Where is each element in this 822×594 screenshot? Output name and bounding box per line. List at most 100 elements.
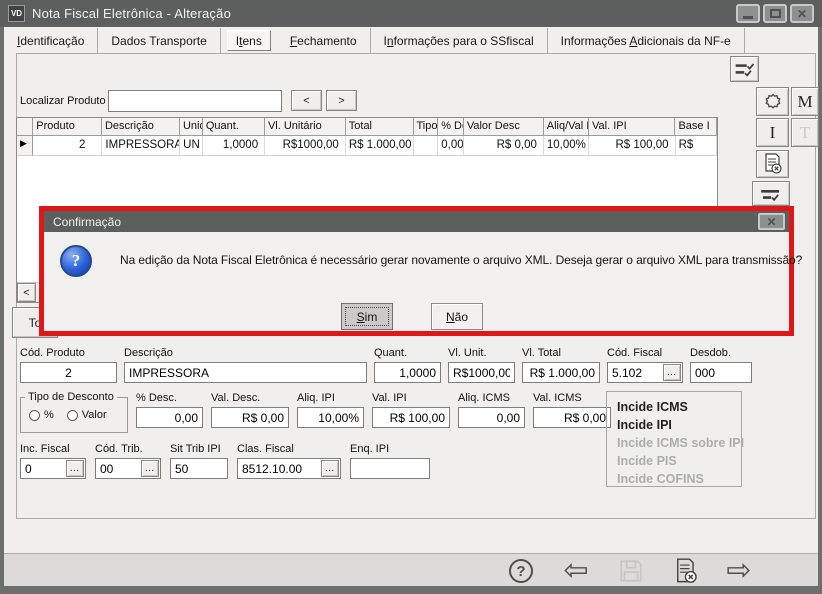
tab-dados-transporte[interactable]: Dados Transporte (98, 28, 220, 53)
maximize-button[interactable] (763, 4, 787, 23)
clas-fiscal-input[interactable] (238, 459, 320, 478)
settings-button[interactable] (756, 87, 789, 116)
sit-trib-ipi-input[interactable] (170, 458, 228, 479)
column-header-total[interactable]: Total (346, 118, 414, 136)
nao-button[interactable]: Não (431, 303, 483, 330)
gear-icon (763, 92, 783, 112)
cell-descricao[interactable]: IMPRESSORA (102, 136, 180, 156)
minimize-button[interactable] (736, 4, 760, 23)
val-ipi-input[interactable] (372, 407, 450, 428)
localizar-produto-label: Localizar Produto (20, 95, 106, 107)
dialog-message: Na edição da Nota Fiscal Eletrônica é ne… (120, 253, 802, 267)
radio-percentual[interactable]: % (29, 409, 54, 421)
descricao-label: Descrição (124, 347, 367, 359)
cell-aliq-ipi[interactable]: 10,00% (544, 136, 589, 156)
val-icms-label: Val. ICMS (533, 392, 611, 404)
next-item-button[interactable]: > (326, 90, 357, 111)
scroll-left-button[interactable]: < (17, 283, 36, 302)
cod-produto-label: Cód. Produto (20, 347, 117, 359)
close-button[interactable]: ✕ (790, 4, 814, 23)
titlebar[interactable]: VD Nota Fiscal Eletrônica - Alteração ✕ (0, 0, 822, 27)
localizar-produto-input[interactable] (108, 90, 282, 112)
cod-trib-input[interactable] (96, 459, 140, 478)
clas-fiscal-lookup-button[interactable]: … (321, 460, 339, 477)
enq-ipi-label: Enq. IPI (350, 443, 430, 455)
pct-desc-input[interactable] (136, 407, 203, 428)
inc-fiscal-label: Inc. Fiscal (20, 443, 86, 455)
cell-unid[interactable]: UN (180, 136, 203, 156)
check-lines-icon (759, 186, 783, 202)
column-header-produto[interactable]: Produto (33, 118, 102, 136)
vl-total-input[interactable] (522, 362, 600, 383)
val-ipi-label: Val. IPI (372, 392, 450, 404)
desdob-input[interactable] (690, 362, 752, 383)
tab-itens[interactable]: Itens (227, 30, 271, 51)
vl-unit-input[interactable] (448, 362, 515, 383)
cell-val-ipi[interactable]: R$ 100,00 (589, 136, 675, 156)
aliq-ipi-input[interactable] (297, 407, 364, 428)
app-window: VD Nota Fiscal Eletrônica - Alteração ✕ … (0, 0, 822, 594)
tab-fechamento[interactable]: Fechamento (277, 28, 371, 53)
cell-tipo[interactable] (414, 136, 439, 156)
next-record-button[interactable]: ⇨ (724, 557, 754, 585)
cod-trib-lookup-button[interactable]: … (141, 460, 159, 477)
cod-produto-input[interactable] (20, 362, 117, 383)
discard-item-button[interactable] (756, 150, 789, 178)
cell-pct-desc[interactable]: 0,00 (438, 136, 464, 156)
aliq-icms-input[interactable] (458, 407, 525, 428)
dialog-close-button[interactable]: ✕ (758, 213, 785, 230)
vl-total-label: Vl. Total (522, 347, 600, 359)
radio-valor[interactable]: Valor (67, 409, 107, 421)
previous-record-button[interactable]: ⇦ (561, 557, 591, 585)
document-x-icon (763, 153, 783, 175)
column-header-valor-desc[interactable]: Valor Desc (464, 118, 544, 136)
incide-panel: Incide ICMS Incide IPI Incide ICMS sobre… (606, 391, 742, 487)
quant-input[interactable] (374, 362, 441, 383)
cell-total[interactable]: R$ 1.000,00 (346, 136, 414, 156)
val-desc-input[interactable] (211, 407, 289, 428)
cell-produto[interactable]: 2 (33, 136, 102, 156)
confirm-item-button[interactable] (752, 181, 790, 206)
column-header-pct-desc[interactable]: % De (438, 118, 464, 136)
aliq-ipi-label: Aliq. IPI (297, 392, 364, 404)
column-header-val-ipi[interactable]: Val. IPI (589, 118, 675, 136)
cell-valor-desc[interactable]: R$ 0,00 (464, 136, 544, 156)
dialog-titlebar[interactable]: Confirmação ✕ (44, 211, 789, 232)
tab-identificacao[interactable]: Identificação (4, 28, 98, 53)
cancel-document-button[interactable] (671, 557, 701, 585)
radio-valor-circle[interactable] (67, 410, 78, 421)
inc-fiscal-lookup-button[interactable]: … (66, 460, 84, 477)
previous-item-button[interactable]: < (291, 90, 322, 111)
cod-trib-label: Cód. Trib. (95, 443, 161, 455)
column-header-unid[interactable]: Unid (180, 118, 203, 136)
descricao-input[interactable] (124, 362, 367, 383)
radio-percentual-circle[interactable] (29, 410, 40, 421)
apply-items-button[interactable] (730, 56, 759, 82)
enq-ipi-input[interactable] (350, 458, 430, 479)
cell-base-ipi[interactable]: R$ (676, 136, 717, 156)
detail-form-row-2: % Desc. Val. Desc. Aliq. IPI Val. IPI Al… (136, 392, 611, 428)
column-header-tipo[interactable]: Tipo (414, 118, 439, 136)
tab-informacoes-adicionais-nfe[interactable]: Informações Adicionais da NF-e (548, 28, 745, 53)
inc-fiscal-input[interactable] (21, 459, 65, 478)
tab-informacoes-ssfiscal[interactable]: Informações para o SSfiscal (371, 28, 548, 53)
column-header-aliq-val-ipi[interactable]: Aliq/Val IP (544, 118, 589, 136)
confirmation-dialog: Confirmação ✕ ? Na edição da Nota Fiscal… (39, 206, 794, 336)
help-icon: ? (509, 559, 533, 583)
m-button[interactable]: M (791, 87, 819, 116)
val-icms-input[interactable] (533, 407, 611, 428)
cod-fiscal-input[interactable] (608, 363, 662, 382)
column-header-base-ipi[interactable]: Base I (675, 118, 717, 136)
table-row[interactable]: ▶ 2 IMPRESSORA UN 1,0000 R$1000,00 R$ 1.… (17, 136, 717, 156)
i-button[interactable]: I (756, 118, 789, 147)
column-header-descricao[interactable]: Descrição (102, 118, 180, 136)
cell-quant[interactable]: 1,0000 (203, 136, 265, 156)
column-header-quant[interactable]: Quant. (203, 118, 265, 136)
arrow-right-icon: ⇨ (726, 556, 751, 586)
help-button[interactable]: ? (506, 557, 536, 585)
cell-vl-unitario[interactable]: R$1000,00 (265, 136, 346, 156)
column-header-vl-unitario[interactable]: Vl. Unitário (265, 118, 346, 136)
checklist-icon (734, 61, 756, 77)
sim-button[interactable]: Sim (341, 303, 393, 330)
cod-fiscal-lookup-button[interactable]: … (663, 364, 681, 381)
